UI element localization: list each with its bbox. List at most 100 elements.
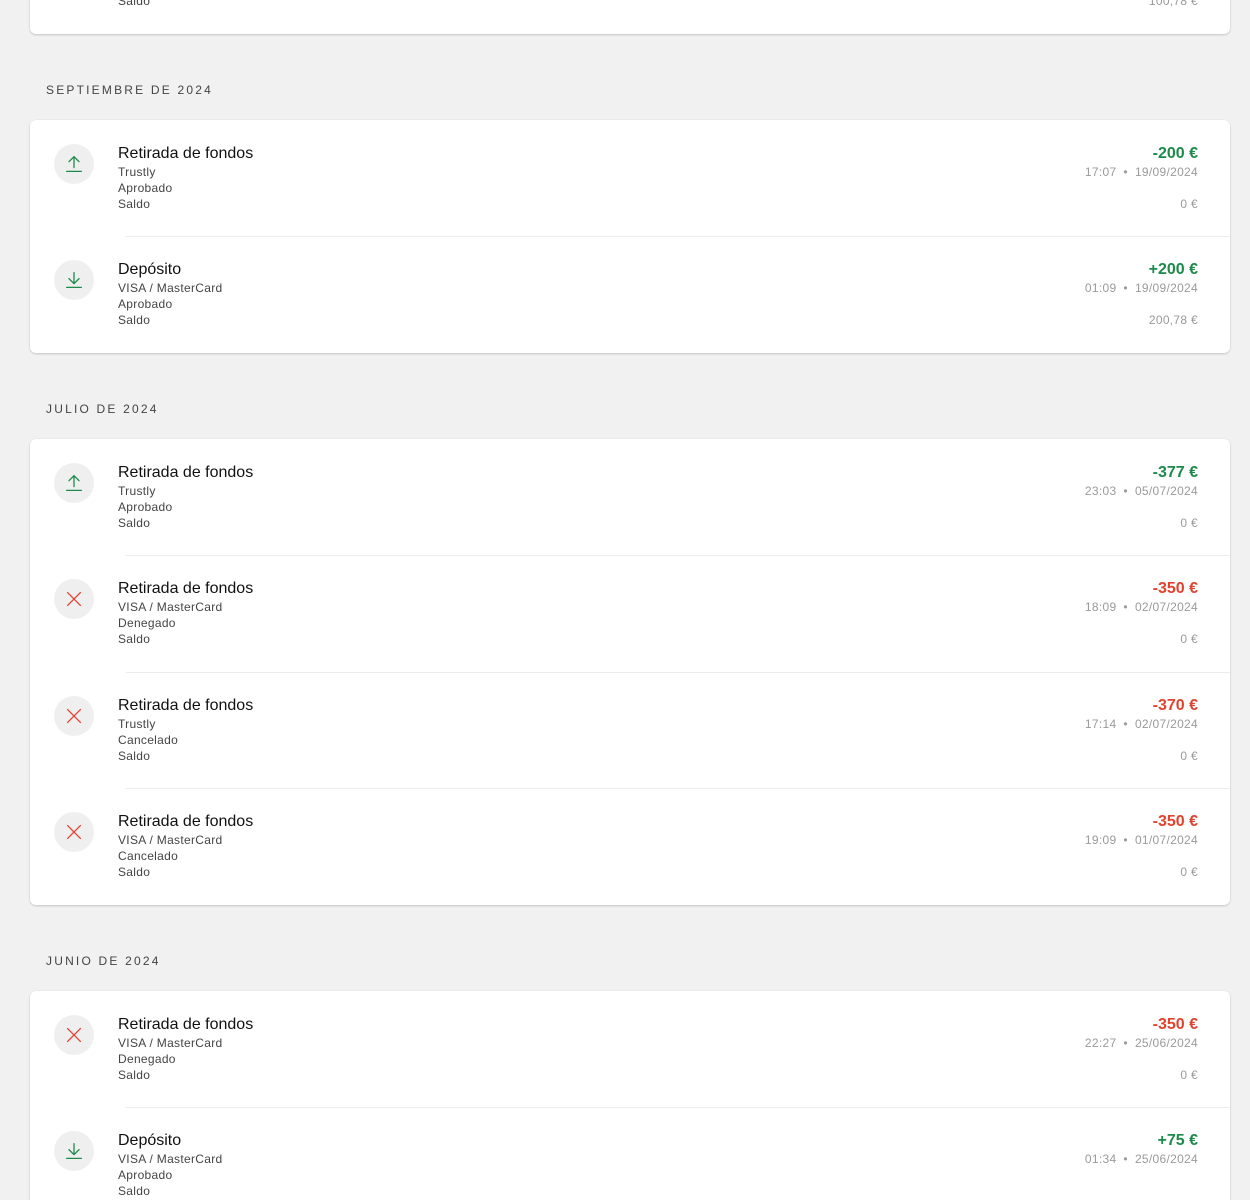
withdraw-icon: [63, 472, 85, 494]
balance-label: Saldo: [118, 1067, 151, 1082]
transaction-date: 02/07/2024: [1134, 716, 1198, 731]
separator-dot: •: [1123, 1035, 1128, 1050]
transaction-row[interactable]: Retirada de fondos Trustly Aprobado Sald…: [30, 120, 1230, 237]
transaction-row[interactable]: Retirada de fondos VISA / MasterCard Den…: [30, 991, 1230, 1108]
transaction-meta: -200 € 17:07 • 19/09/2024 0 €: [1085, 144, 1198, 212]
separator-dot: •: [1123, 600, 1128, 614]
transaction-status: Aprobado: [118, 297, 173, 311]
transactions-card: Depósito VISA / MasterCard Aprobado Sald…: [30, 0, 1230, 34]
balance-value: 0 €: [1180, 196, 1198, 211]
transaction-time: 17:07: [1084, 164, 1117, 179]
transaction-datetime: 17:07 • 19/09/2024: [1085, 164, 1198, 180]
balance-value: 200,78 €: [1148, 313, 1198, 327]
month-header: SEPTIEMBRE DE 2024: [46, 82, 213, 97]
transaction-icon-badge: [54, 579, 94, 619]
transaction-row[interactable]: Retirada de fondos VISA / MasterCard Den…: [30, 555, 1230, 672]
transaction-row[interactable]: Retirada de fondos Trustly Cancelado Sal…: [30, 671, 1230, 789]
transaction-meta: -370 € 17:14 • 02/07/2024 0 €: [1085, 696, 1198, 764]
transaction-status: Cancelado: [118, 732, 179, 747]
transaction-icon-badge: [54, 812, 94, 852]
separator-dot: •: [1123, 833, 1128, 847]
transaction-amount: -377 €: [1152, 463, 1198, 481]
separator-dot: •: [1123, 1152, 1128, 1166]
transaction-meta: +75 € 01:34 • 25/06/2024: [1085, 1131, 1198, 1183]
balance-label: Saldo: [118, 0, 151, 8]
transaction-meta: -350 € 22:27 • 25/06/2024 0 €: [1085, 1015, 1198, 1083]
transaction-time: 19:09: [1084, 833, 1117, 847]
balance-value: 0 €: [1180, 1067, 1198, 1082]
transaction-info: Depósito VISA / MasterCard Aprobado Sald…: [118, 260, 222, 328]
separator-dot: •: [1123, 716, 1128, 731]
transaction-meta: -350 € 19:09 • 01/07/2024 0 €: [1085, 812, 1198, 880]
balance-label: Saldo: [118, 313, 151, 327]
separator-dot: •: [1123, 483, 1128, 498]
transaction-time: 01:09: [1084, 281, 1117, 295]
transaction-date: 01/07/2024: [1134, 833, 1198, 847]
balance-label: Saldo: [118, 748, 151, 763]
transaction-meta: -377 € 23:03 • 05/07/2024 0 €: [1085, 463, 1198, 531]
month-group: JULIO DE 2024 Retirada de fondos Trustly…: [0, 383, 1250, 905]
transactions-card: Retirada de fondos Trustly Aprobado Sald…: [30, 119, 1230, 353]
transaction-title: Retirada de fondos: [118, 580, 254, 597]
transaction-row[interactable]: Depósito VISA / MasterCard Aprobado Sald…: [30, 1107, 1230, 1200]
transaction-method: VISA / MasterCard: [118, 281, 223, 295]
transaction-row[interactable]: Depósito VISA / MasterCard Aprobado Sald…: [30, 236, 1230, 353]
transaction-title: Retirada de fondos: [118, 463, 254, 481]
transaction-datetime: 22:27 • 25/06/2024: [1085, 1035, 1198, 1051]
transaction-method: VISA / MasterCard: [118, 600, 223, 614]
balance-label: Saldo: [118, 632, 151, 646]
transaction-time: 22:27: [1084, 1035, 1117, 1050]
transaction-status: Cancelado: [118, 849, 179, 863]
transaction-status: Aprobado: [118, 1168, 173, 1182]
deposit-icon: [63, 269, 85, 291]
balance-value: 0 €: [1180, 515, 1198, 530]
transaction-method: VISA / MasterCard: [118, 1035, 223, 1050]
balance-label: Saldo: [118, 1184, 151, 1198]
transaction-amount: -350 €: [1152, 813, 1198, 830]
transaction-time: 17:14: [1084, 716, 1117, 731]
month-header: JUNIO DE 2024: [46, 953, 161, 968]
transaction-info: Retirada de fondos VISA / MasterCard Den…: [118, 1015, 253, 1083]
transaction-time: 18:09: [1084, 600, 1117, 614]
transaction-info: Retirada de fondos Trustly Aprobado Sald…: [118, 144, 253, 212]
transaction-datetime: 18:09 • 02/07/2024: [1085, 599, 1198, 615]
balance-value: 0 €: [1180, 865, 1198, 879]
failed-icon: [63, 588, 85, 610]
transactions-card: Retirada de fondos Trustly Aprobado Sald…: [30, 438, 1230, 905]
transaction-row[interactable]: Depósito VISA / MasterCard Aprobado Sald…: [30, 0, 1230, 34]
transaction-title: Retirada de fondos: [118, 696, 254, 714]
transaction-info: Retirada de fondos Trustly Cancelado Sal…: [118, 696, 253, 764]
transaction-method: Trustly: [118, 164, 156, 179]
transaction-amount: -350 €: [1152, 1015, 1198, 1033]
transaction-datetime: 01:09 • 19/09/2024: [1085, 280, 1198, 296]
transaction-icon-badge: [54, 1014, 94, 1055]
transaction-time: 23:03: [1084, 483, 1117, 498]
transaction-date: 25/06/2024: [1134, 1035, 1198, 1050]
transaction-method: VISA / MasterCard: [118, 833, 223, 847]
balance-value: 0 €: [1180, 748, 1198, 763]
transaction-row[interactable]: Retirada de fondos Trustly Aprobado Sald…: [30, 439, 1230, 556]
transaction-info: Depósito VISA / MasterCard Aprobado Sald…: [118, 1131, 222, 1199]
transaction-row[interactable]: Retirada de fondos VISA / MasterCard Can…: [30, 788, 1230, 905]
transaction-method: VISA / MasterCard: [118, 1152, 223, 1166]
failed-icon: [63, 1024, 85, 1046]
transaction-datetime: 19:09 • 01/07/2024: [1085, 832, 1198, 848]
transaction-date: 25/06/2024: [1134, 1152, 1198, 1166]
transaction-title: Retirada de fondos: [118, 144, 254, 162]
failed-icon: [63, 705, 85, 727]
transaction-amount: -200 €: [1152, 144, 1198, 162]
transaction-status: Denegado: [118, 1051, 176, 1066]
balance-label: Saldo: [118, 196, 151, 211]
transaction-icon-badge: [54, 260, 94, 300]
transaction-time: 01:34: [1084, 1152, 1117, 1166]
separator-dot: •: [1123, 164, 1128, 179]
balance-value: 0 €: [1180, 632, 1198, 646]
balance-value: 100,78 €: [1148, 0, 1198, 8]
transaction-title: Depósito: [118, 261, 182, 278]
transaction-icon-badge: [54, 695, 94, 736]
transaction-date: 02/07/2024: [1134, 600, 1198, 614]
transaction-info: Retirada de fondos VISA / MasterCard Can…: [118, 812, 253, 880]
balance-label: Saldo: [118, 515, 151, 530]
transaction-icon-badge: [54, 143, 94, 184]
transaction-amount: +75 €: [1157, 1132, 1198, 1149]
